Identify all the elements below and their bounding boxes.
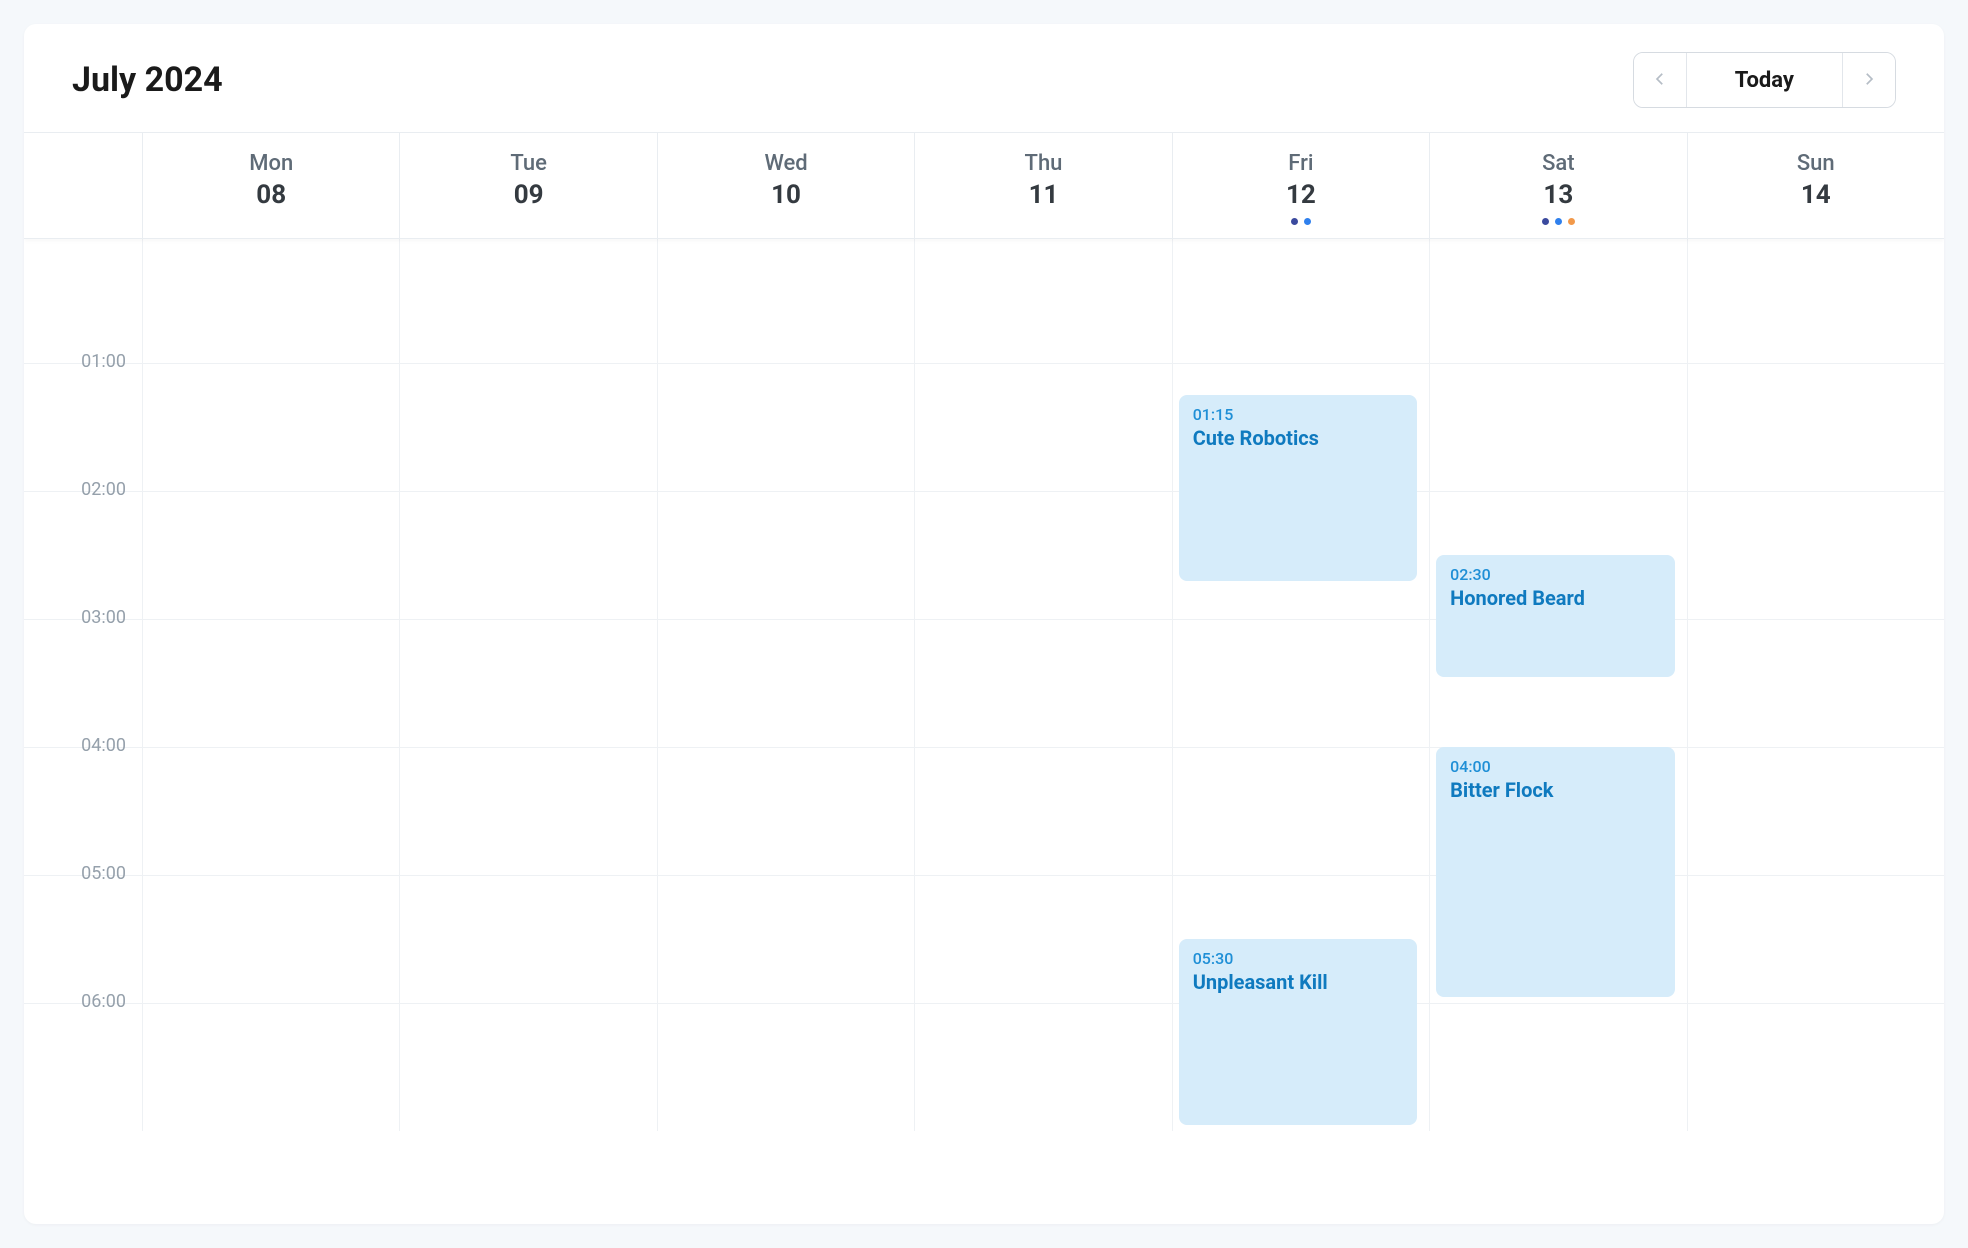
day-of-week: Wed xyxy=(666,151,906,176)
day-header[interactable]: Sat 13 xyxy=(1429,133,1686,238)
day-header[interactable]: Wed 10 xyxy=(657,133,914,238)
day-of-week: Tue xyxy=(408,151,648,176)
day-number: 13 xyxy=(1438,180,1678,210)
day-of-week: Mon xyxy=(151,151,391,176)
day-of-week: Sun xyxy=(1696,151,1936,176)
day-column[interactable] xyxy=(657,235,914,1131)
calendar-grid: Mon 08 Tue 09 Wed 10 Thu 11 Fri 12 Sat 13 Sun 14 00:0… xyxy=(24,132,1944,1224)
time-label: 01:00 xyxy=(24,351,142,479)
day-of-week: Thu xyxy=(923,151,1163,176)
day-number: 09 xyxy=(408,180,648,210)
time-label: 02:00 xyxy=(24,479,142,607)
month-title: July 2024 xyxy=(72,60,223,100)
event-dots xyxy=(1438,218,1678,228)
event-title: Cute Robotics xyxy=(1193,426,1403,450)
prev-button[interactable] xyxy=(1634,53,1686,107)
event-title: Honored Beard xyxy=(1450,586,1660,610)
calendar-header: July 2024 Today xyxy=(24,24,1944,132)
time-label: 00:00 xyxy=(24,235,142,351)
day-of-week: Fri xyxy=(1181,151,1421,176)
chevron-right-icon xyxy=(1860,70,1878,91)
day-number: 11 xyxy=(923,180,1163,210)
day-column[interactable] xyxy=(399,235,656,1131)
event-title: Bitter Flock xyxy=(1450,778,1660,802)
event-time: 04:00 xyxy=(1450,757,1660,776)
calendar-event[interactable]: 02:30 Honored Beard xyxy=(1436,555,1674,677)
event-dots xyxy=(151,218,391,228)
day-header[interactable]: Mon 08 xyxy=(142,133,399,238)
day-column[interactable] xyxy=(914,235,1171,1131)
event-dots xyxy=(1696,218,1936,228)
day-number: 12 xyxy=(1181,180,1421,210)
day-column[interactable]: 01:15 Cute Robotics 05:30 Unpleasant Kill xyxy=(1172,235,1429,1131)
calendar-event[interactable]: 05:30 Unpleasant Kill xyxy=(1179,939,1417,1125)
day-number: 08 xyxy=(151,180,391,210)
calendar-event[interactable]: 01:15 Cute Robotics xyxy=(1179,395,1417,581)
day-header-row: Mon 08 Tue 09 Wed 10 Thu 11 Fri 12 Sat 13 Sun 14 xyxy=(24,133,1944,239)
event-dots xyxy=(666,218,906,228)
today-button[interactable]: Today xyxy=(1686,53,1843,107)
time-grid: 00:0001:0002:0003:0004:0005:0006:0001:15… xyxy=(24,235,1944,1224)
event-time: 01:15 xyxy=(1193,405,1403,424)
event-dot xyxy=(1542,218,1549,225)
event-dot xyxy=(1304,218,1311,225)
day-of-week: Sat xyxy=(1438,151,1678,176)
event-dots xyxy=(923,218,1163,228)
event-dots xyxy=(1181,218,1421,228)
time-label: 04:00 xyxy=(24,735,142,863)
day-header[interactable]: Fri 12 xyxy=(1172,133,1429,238)
event-dot xyxy=(1568,218,1575,225)
event-dot xyxy=(1555,218,1562,225)
chevron-left-icon xyxy=(1651,70,1669,91)
day-column[interactable]: 02:30 Honored Beard 04:00 Bitter Flock xyxy=(1429,235,1686,1131)
event-time: 02:30 xyxy=(1450,565,1660,584)
day-header[interactable]: Sun 14 xyxy=(1687,133,1944,238)
event-title: Unpleasant Kill xyxy=(1193,970,1403,994)
next-button[interactable] xyxy=(1843,53,1895,107)
day-header[interactable]: Tue 09 xyxy=(399,133,656,238)
calendar-event[interactable]: 04:00 Bitter Flock xyxy=(1436,747,1674,997)
day-column[interactable] xyxy=(142,235,399,1131)
time-label: 05:00 xyxy=(24,863,142,991)
day-number: 14 xyxy=(1696,180,1936,210)
day-number: 10 xyxy=(666,180,906,210)
time-label: 06:00 xyxy=(24,991,142,1119)
day-header[interactable]: Thu 11 xyxy=(914,133,1171,238)
time-label: 03:00 xyxy=(24,607,142,735)
event-time: 05:30 xyxy=(1193,949,1403,968)
event-dots xyxy=(408,218,648,228)
event-dot xyxy=(1291,218,1298,225)
calendar-container: July 2024 Today Mon 08 Tue 09 Wed 10 Thu 11 Fri 1… xyxy=(24,24,1944,1224)
date-nav-group: Today xyxy=(1633,52,1896,108)
gutter-header xyxy=(24,133,142,238)
day-column[interactable] xyxy=(1687,235,1944,1131)
